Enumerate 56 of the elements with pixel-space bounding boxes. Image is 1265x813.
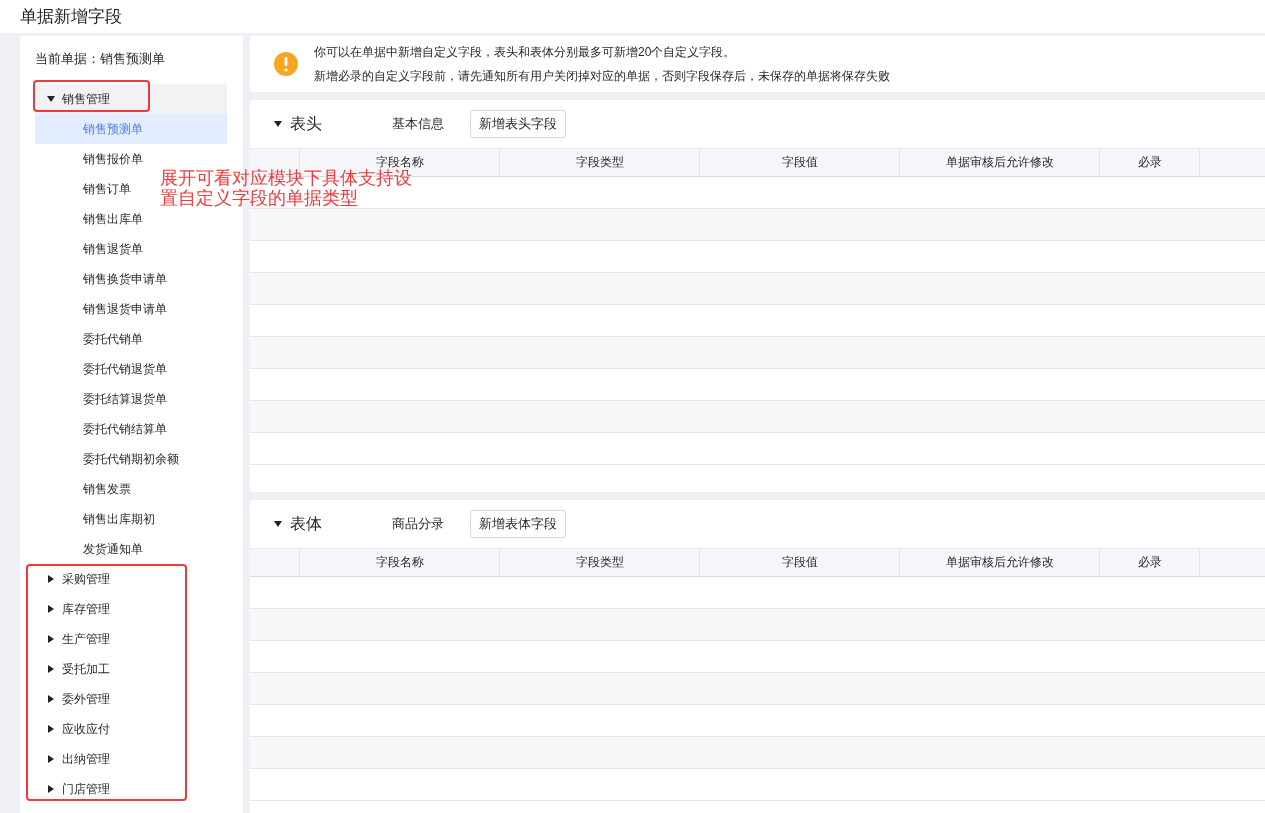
column-header: 单据审核后允许修改 bbox=[945, 154, 1054, 171]
caret-icon bbox=[274, 120, 282, 128]
tree-group-item[interactable]: 委外管理 bbox=[35, 684, 227, 714]
tree-leaf-item[interactable]: 销售退货单 bbox=[35, 234, 143, 264]
caret-icon bbox=[47, 635, 55, 643]
tree-leaf-item[interactable]: 委托代销结算单 bbox=[35, 414, 167, 444]
caret-icon bbox=[47, 785, 55, 793]
column-header: 必录 bbox=[1137, 554, 1162, 571]
section-toggle[interactable]: 表体 bbox=[274, 513, 392, 535]
column-header: 字段类型 bbox=[575, 154, 624, 171]
column-header: 字段名称 bbox=[375, 154, 424, 169]
window-title: 单据新增字段 bbox=[20, 6, 122, 28]
caret-icon bbox=[47, 755, 55, 763]
tree-group-item[interactable]: 库存管理 bbox=[35, 594, 227, 624]
warning-icon bbox=[274, 52, 298, 76]
tree-leaf-item[interactable]: 委托代销单 bbox=[35, 324, 143, 354]
tree-leaf-item[interactable]: 销售退货申请单 bbox=[35, 294, 167, 324]
tree-leaf-item[interactable]: 销售发票 bbox=[35, 474, 131, 504]
add-field-button[interactable]: 新增表体字段 bbox=[470, 510, 566, 538]
notice-text: 你可以在单据中新增自定义字段，表头和表体分别最多可新增20个自定义字段。 bbox=[314, 43, 737, 61]
current-document-label: 当前单据：销售预测单 bbox=[35, 50, 165, 68]
section-toggle[interactable]: 表头 bbox=[274, 113, 392, 135]
column-header: 字段类型 bbox=[575, 554, 624, 571]
tree-group-item[interactable]: 生产管理 bbox=[35, 624, 227, 654]
caret-icon bbox=[47, 695, 55, 703]
caret-icon bbox=[47, 95, 55, 103]
tree-leaf-item[interactable]: 销售换货申请单 bbox=[35, 264, 167, 294]
tree-group-item[interactable]: 销售管理 bbox=[35, 84, 227, 114]
column-header: 字段名称 bbox=[375, 554, 424, 571]
tree-leaf-item[interactable]: 销售出库期初 bbox=[35, 504, 155, 534]
column-header: 字段值 bbox=[781, 154, 818, 171]
tree-leaf-item[interactable]: 销售报价单 bbox=[35, 144, 143, 174]
section-subtitle: 基本信息 bbox=[392, 115, 445, 133]
column-header: 单据审核后允许修改 bbox=[945, 554, 1054, 571]
tree-group-item[interactable]: 应收应付 bbox=[35, 714, 227, 744]
tree-group-item[interactable]: 门店管理 bbox=[35, 774, 227, 804]
caret-icon bbox=[274, 520, 282, 528]
notice-text: 新增必录的自定义字段前，请先通知所有用户关闭掉对应的单据，否则字段保存后，未保存的单据将保存失败 bbox=[314, 67, 890, 85]
tree-leaf-item[interactable]: 委托代销期初余额 bbox=[35, 444, 179, 474]
caret-icon bbox=[47, 665, 55, 673]
tree-leaf-item[interactable]: 委托结算退货单 bbox=[35, 384, 167, 414]
tree-group-item[interactable]: 出纳管理 bbox=[35, 744, 227, 774]
tree-leaf-item[interactable]: 发货通知单 bbox=[35, 534, 143, 564]
tree-leaf-item[interactable]: 销售订单 bbox=[35, 174, 131, 204]
tree-group-item[interactable]: 受托加工 bbox=[35, 654, 227, 684]
add-field-button[interactable]: 新增表头字段 bbox=[470, 110, 566, 138]
section-subtitle: 商品分录 bbox=[392, 515, 445, 533]
caret-icon bbox=[47, 725, 55, 733]
column-header: 必录 bbox=[1137, 154, 1162, 171]
tree-group-item[interactable]: 采购管理 bbox=[35, 564, 227, 594]
column-header: 字段值 bbox=[781, 554, 818, 571]
caret-icon bbox=[47, 605, 55, 613]
tree-leaf-item[interactable]: 委托代销退货单 bbox=[35, 354, 167, 384]
annotation-note: 展开可看对应模块下具体支持设置自定义字段的单据类型 bbox=[160, 168, 412, 208]
caret-icon bbox=[47, 575, 55, 583]
tree-leaf-item[interactable]: 销售出库单 bbox=[35, 204, 143, 234]
